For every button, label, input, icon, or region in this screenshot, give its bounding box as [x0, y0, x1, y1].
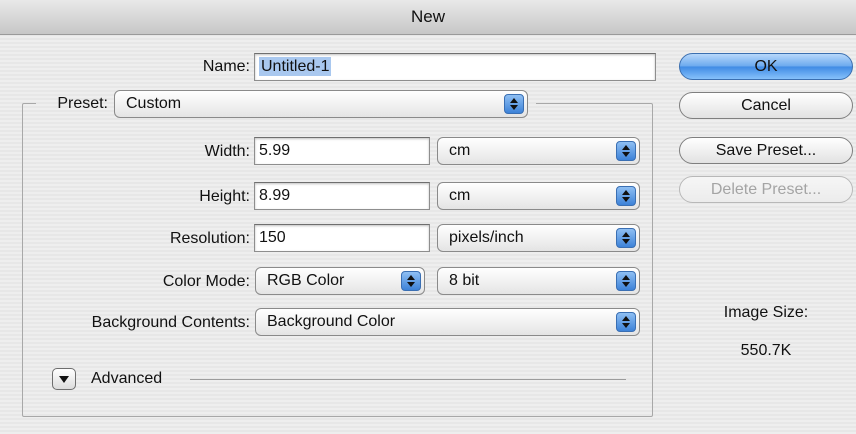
width-label: Width:	[204, 143, 250, 160]
select-arrows-icon	[504, 94, 524, 114]
color-mode-value: RGB Color	[267, 272, 345, 289]
preset-select[interactable]: Custom	[114, 90, 528, 118]
advanced-divider	[190, 379, 626, 380]
bit-depth-value: 8 bit	[449, 272, 480, 289]
resolution-unit-select[interactable]: pixels/inch	[437, 224, 640, 252]
preset-select-value: Custom	[126, 95, 182, 112]
preset-label: Preset:	[57, 95, 108, 112]
resolution-field[interactable]: 150	[254, 224, 430, 252]
new-document-dialog: New Name: Untitled-1 Preset: Custom Widt…	[0, 0, 856, 434]
ok-button[interactable]: OK	[679, 53, 853, 80]
width-field[interactable]: 5.99	[254, 137, 430, 165]
select-arrows-icon	[616, 271, 636, 291]
bit-depth-select[interactable]: 8 bit	[437, 267, 640, 295]
background-contents-label: Background Contents:	[91, 314, 250, 331]
resolution-label: Resolution:	[169, 230, 250, 247]
resolution-unit-value: pixels/inch	[449, 229, 524, 246]
select-arrows-icon	[616, 186, 636, 206]
cancel-button[interactable]: Cancel	[679, 92, 853, 119]
advanced-disclosure-button[interactable]	[52, 368, 76, 390]
name-field[interactable]: Untitled-1	[254, 53, 656, 81]
save-preset-button[interactable]: Save Preset...	[679, 137, 853, 164]
select-arrows-icon	[401, 271, 421, 291]
select-arrows-icon	[616, 312, 636, 332]
name-field-value: Untitled-1	[259, 57, 332, 76]
background-contents-select[interactable]: Background Color	[255, 308, 640, 336]
width-unit-value: cm	[449, 142, 471, 159]
height-field[interactable]: 8.99	[254, 182, 430, 210]
select-arrows-icon	[616, 141, 636, 161]
delete-preset-button[interactable]: Delete Preset...	[679, 176, 853, 203]
width-unit-select[interactable]: cm	[437, 137, 640, 165]
color-mode-select[interactable]: RGB Color	[255, 267, 425, 295]
window-title: New	[0, 0, 856, 35]
height-unit-select[interactable]: cm	[437, 182, 640, 210]
height-label: Height:	[199, 188, 250, 205]
height-unit-value: cm	[449, 187, 471, 204]
advanced-label: Advanced	[91, 370, 163, 387]
name-label: Name:	[202, 58, 250, 75]
color-mode-label: Color Mode:	[162, 273, 250, 290]
select-arrows-icon	[616, 228, 636, 248]
image-size-value: 550.7K	[740, 342, 792, 359]
background-contents-value: Background Color	[267, 313, 396, 330]
image-size-label: Image Size:	[723, 304, 809, 321]
